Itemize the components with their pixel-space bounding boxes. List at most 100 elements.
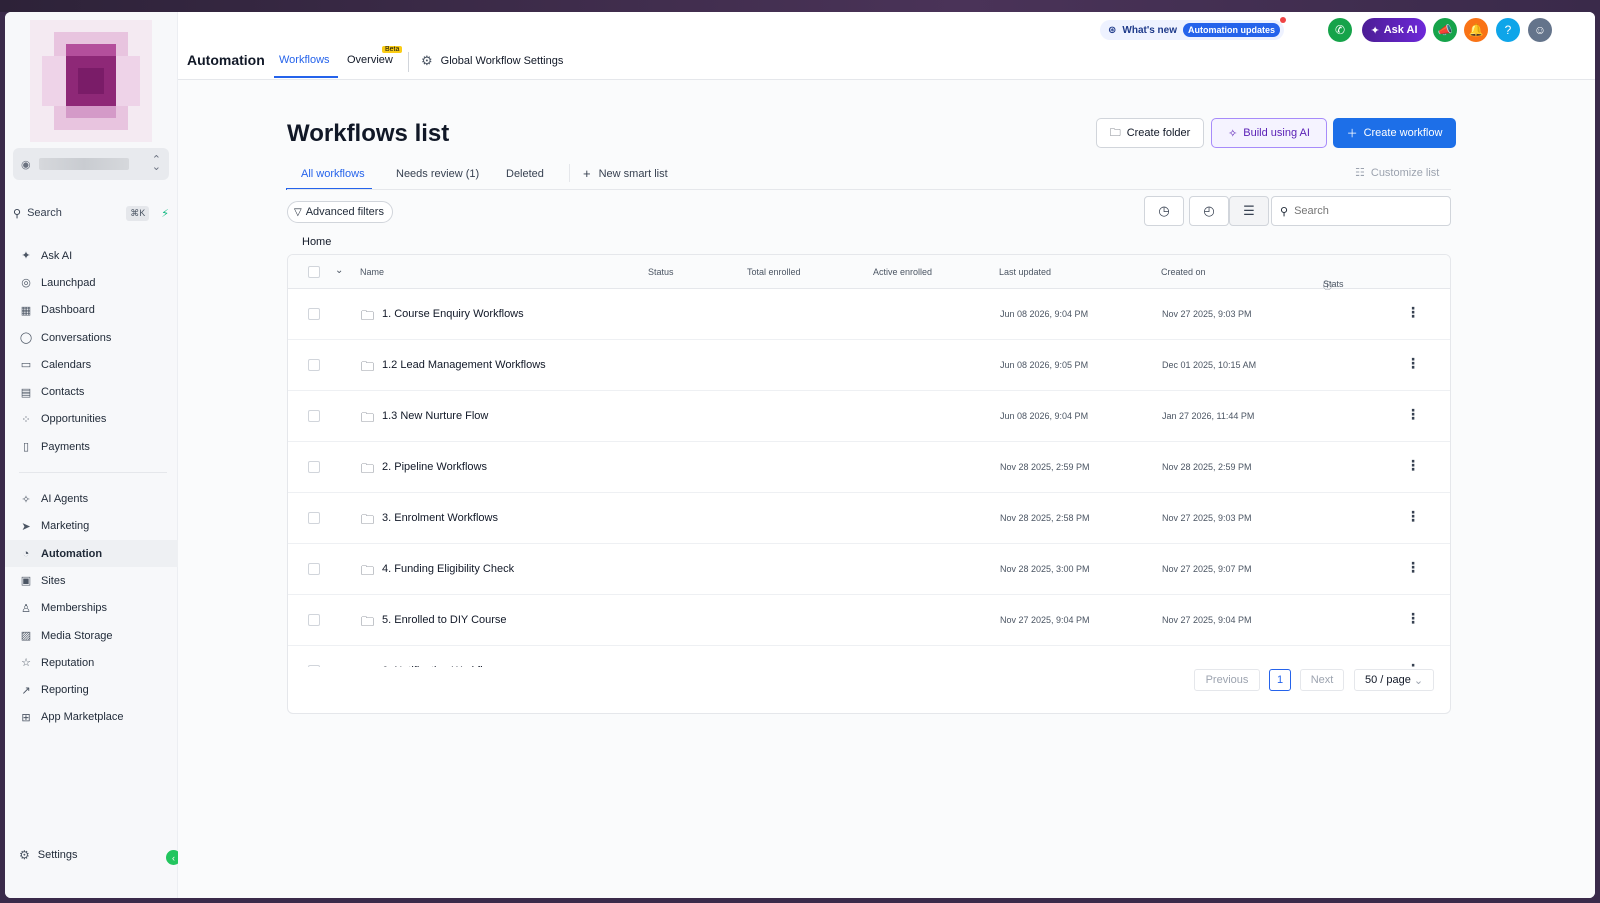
sidebar-item-memberships[interactable]: ♙ Memberships <box>5 595 178 622</box>
row-checkbox[interactable] <box>308 359 320 371</box>
sidebar-item-payments[interactable]: ▯ Payments <box>5 433 178 460</box>
more-options-icon[interactable]: ⋮ <box>1406 508 1420 525</box>
sidebar-item-settings[interactable]: ⚙ Settings <box>19 848 78 862</box>
chevron-down-icon[interactable]: ⌄ <box>335 265 343 276</box>
sidebar-item-launchpad[interactable]: ◎ Launchpad <box>5 269 178 296</box>
last-updated-value: Nov 28 2025, 2:59 PM <box>1000 462 1090 472</box>
phone-button[interactable]: ✆ <box>1328 18 1352 42</box>
page-number-button[interactable]: 1 <box>1269 669 1291 691</box>
create-folder-button[interactable]: 🗀 Create folder <box>1096 118 1204 148</box>
table-body: 🗀 1. Course Enquiry Workflows Jun 08 2026,… <box>288 289 1450 667</box>
folder-icon: 🗀 <box>361 410 375 425</box>
table-row[interactable]: 🗀 1.2 Lead Management Workflows Jun 08 202… <box>288 340 1450 391</box>
sidebar-search[interactable]: ⚲ Search ⌘K ⚡ <box>13 202 169 224</box>
table-row[interactable]: 🗀 1. Course Enquiry Workflows Jun 08 2026,… <box>288 289 1450 340</box>
table-row[interactable]: 🗀 3. Enrolment Workflows Nov 28 2025, 2:58… <box>288 493 1450 544</box>
recent-view-button[interactable]: ◴ <box>1189 196 1229 226</box>
breadcrumb[interactable]: Home <box>302 236 331 248</box>
sidebar-item-reputation[interactable]: ☆ Reputation <box>5 649 178 676</box>
sidebar-item-ai-agents[interactable]: ✧ AI Agents <box>5 485 178 512</box>
sidebar-item-marketing[interactable]: ➤ Marketing <box>5 513 178 540</box>
ask-ai-button[interactable]: ✦ Ask AI <box>1362 18 1426 42</box>
workflow-folder-name[interactable]: 1.3 New Nurture Flow <box>382 410 488 422</box>
sidebar-item-reporting[interactable]: ↗ Reporting <box>5 676 178 703</box>
advanced-filters-button[interactable]: ▽ Advanced filters <box>287 201 393 223</box>
last-updated-value: Nov 28 2025, 3:00 PM <box>1000 564 1090 574</box>
whats-new-button[interactable]: ⊛ What's new Automation updates <box>1100 17 1286 40</box>
new-smart-list-button[interactable]: + New smart list <box>583 166 668 181</box>
more-options-icon[interactable]: ⋮ <box>1406 304 1420 321</box>
help-button[interactable]: ? <box>1496 18 1520 42</box>
workflow-folder-name[interactable]: 1.2 Lead Management Workflows <box>382 359 546 371</box>
column-name[interactable]: Name <box>360 267 384 277</box>
sidebar-item-media-storage[interactable]: ▨ Media Storage <box>5 622 178 649</box>
user-avatar[interactable]: ☺ <box>1528 18 1552 42</box>
more-options-icon[interactable]: ⋮ <box>1406 406 1420 423</box>
header-divider <box>408 52 409 72</box>
row-checkbox[interactable] <box>308 614 320 626</box>
tab-deleted[interactable]: Deleted <box>506 168 544 180</box>
table-row[interactable]: 🗀 1.3 New Nurture Flow Jun 08 2026, 9:04 P… <box>288 391 1450 442</box>
table-row[interactable]: 🗀 4. Funding Eligibility Check Nov 28 2025… <box>288 544 1450 595</box>
tab-workflows[interactable]: Workflows <box>279 54 330 66</box>
build-using-ai-button[interactable]: ✧ Build using AI <box>1211 118 1327 148</box>
notifications-button[interactable]: 🔔 <box>1464 18 1488 42</box>
column-created-on[interactable]: Created on <box>1161 267 1206 277</box>
sidebar-item-contacts[interactable]: ▤ Contacts <box>5 378 178 405</box>
folder-icon: 🗀 <box>361 308 375 323</box>
workflow-folder-name[interactable]: 6. Notification Workflows <box>382 665 502 667</box>
select-all-checkbox[interactable] <box>308 266 320 278</box>
workflow-folder-name[interactable]: 3. Enrolment Workflows <box>382 512 498 524</box>
row-checkbox[interactable] <box>308 410 320 422</box>
sidebar-item-app-marketplace[interactable]: ⊞ App Marketplace <box>5 704 178 731</box>
workflow-folder-name[interactable]: 1. Course Enquiry Workflows <box>382 308 524 320</box>
last-updated-value: Dec 05 2025, 10:00 PM <box>1000 666 1095 667</box>
column-active-enrolled[interactable]: Active enrolled <box>873 267 932 277</box>
sidebar-item-automation[interactable]: ◔ Automation <box>5 539 178 568</box>
row-checkbox[interactable] <box>308 461 320 473</box>
sidebar-item-opportunities[interactable]: ⁘ Opportunities <box>5 406 178 433</box>
workflow-folder-name[interactable]: 5. Enrolled to DIY Course <box>382 614 507 626</box>
more-options-icon[interactable]: ⋮ <box>1406 559 1420 576</box>
create-workflow-button[interactable]: ＋ Create workflow <box>1333 118 1456 148</box>
more-options-icon[interactable]: ⋮ <box>1406 355 1420 372</box>
row-checkbox[interactable] <box>308 665 320 667</box>
sidebar-item-calendars[interactable]: ▭ Calendars <box>5 351 178 378</box>
previous-page-button[interactable]: Previous <box>1194 669 1260 691</box>
customize-list-button[interactable]: ☷ Customize list <box>1355 166 1439 180</box>
bolt-icon[interactable]: ⚡ <box>161 207 169 220</box>
workflow-search[interactable]: ⚲ <box>1271 196 1451 226</box>
account-switcher[interactable]: ◉ ⌃ ⌄ <box>13 148 169 180</box>
sidebar-item-sites[interactable]: ▣ Sites <box>5 567 178 594</box>
next-page-button[interactable]: Next <box>1300 669 1344 691</box>
tab-all-workflows[interactable]: All workflows <box>301 168 365 180</box>
list-view-button[interactable]: ☰ <box>1229 196 1269 226</box>
column-total-enrolled[interactable]: Total enrolled <box>747 267 801 277</box>
announcements-button[interactable]: 📣 <box>1433 18 1457 42</box>
table-row[interactable]: 🗀 2. Pipeline Workflows Nov 28 2025, 2:59 … <box>288 442 1450 493</box>
sidebar-item-conversations[interactable]: ◯ Conversations <box>5 324 178 351</box>
row-checkbox[interactable] <box>308 512 320 524</box>
column-last-updated[interactable]: Last updated <box>999 267 1051 277</box>
tab-needs-review[interactable]: Needs review (1) <box>396 168 479 180</box>
table-row[interactable]: 🗀 5. Enrolled to DIY Course Nov 27 2025, 9… <box>288 595 1450 646</box>
sidebar-item-dashboard[interactable]: ▦ Dashboard <box>5 297 178 324</box>
tab-overview[interactable]: Overview <box>347 54 393 66</box>
tab-global-workflow-settings[interactable]: ⚙ Global Workflow Settings <box>421 53 563 69</box>
created-on-value: Dec 01 2025, 10:15 AM <box>1162 360 1257 370</box>
more-options-icon[interactable]: ⋮ <box>1406 457 1420 474</box>
page-size-select[interactable]: 50 / page ⌄ <box>1354 669 1434 691</box>
more-options-icon[interactable]: ⋮ <box>1406 661 1420 667</box>
row-checkbox[interactable] <box>308 563 320 575</box>
history-view-button[interactable]: ◷ <box>1144 196 1184 226</box>
workflow-folder-name[interactable]: 4. Funding Eligibility Check <box>382 563 514 575</box>
search-input[interactable] <box>1294 205 1435 217</box>
workflow-folder-name[interactable]: 2. Pipeline Workflows <box>382 461 487 473</box>
company-logo[interactable] <box>30 20 152 142</box>
sidebar-item-ask-ai[interactable]: ✦ Ask AI <box>5 242 178 269</box>
gear-icon: ⚙ <box>421 53 433 68</box>
row-checkbox[interactable] <box>308 308 320 320</box>
column-status[interactable]: Status <box>648 267 674 277</box>
table-row[interactable]: 🗀 6. Notification Workflows Dec 05 2025, 1… <box>288 646 1450 667</box>
more-options-icon[interactable]: ⋮ <box>1406 610 1420 627</box>
